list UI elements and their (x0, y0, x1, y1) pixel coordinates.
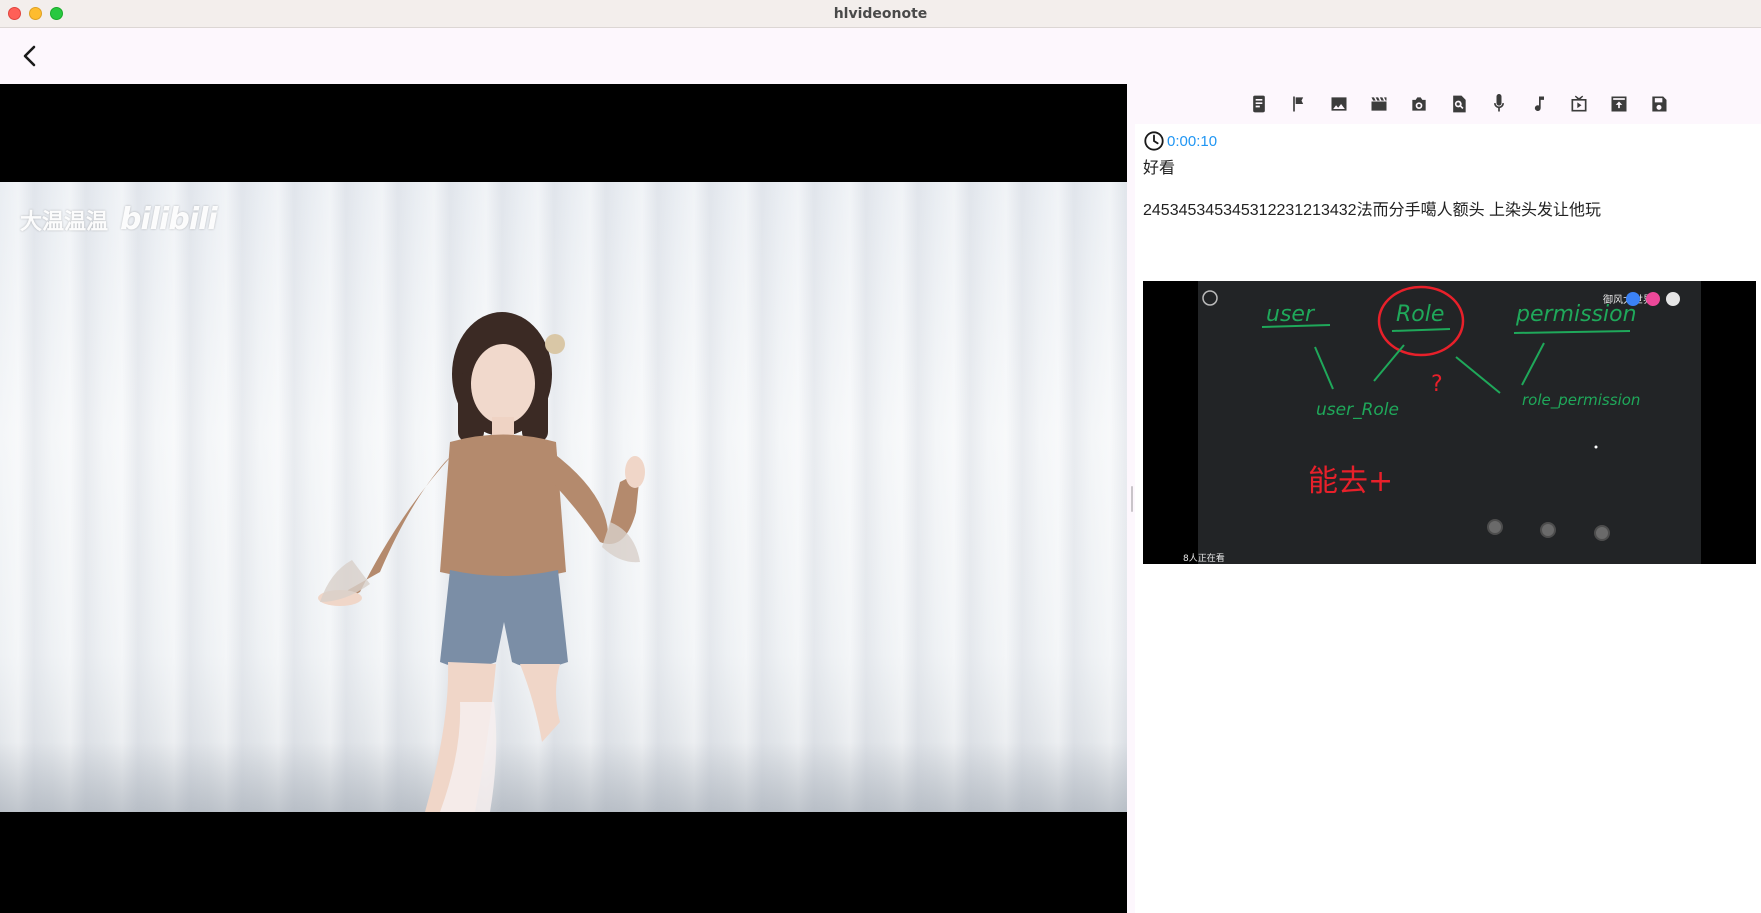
board-handwriting: 能去+ (1308, 464, 1393, 499)
board-word-user-role: user_Role (1316, 400, 1399, 420)
music-note-icon (1534, 96, 1544, 112)
divider-grip[interactable] (1131, 486, 1133, 512)
microphone-icon (1494, 94, 1504, 112)
video-play-button[interactable] (1567, 92, 1591, 116)
video-frame: 大温温温 bilibili (0, 182, 1127, 812)
dancer-figure (318, 312, 645, 812)
window-controls (8, 7, 63, 20)
board-question-mark: ? (1431, 372, 1443, 397)
board-word-role-permission: role_permission (1522, 391, 1640, 410)
note-title: 好看 (1143, 160, 1176, 177)
board-control-dot (1487, 519, 1503, 535)
chevron-left-icon (23, 45, 36, 67)
minimize-window-button[interactable] (29, 7, 42, 20)
window-titlebar: hlvideonote (0, 0, 1761, 28)
music-button[interactable] (1527, 92, 1551, 116)
image-icon (1331, 97, 1347, 111)
watermark-brand: bilibili (120, 202, 218, 237)
microphone-button[interactable] (1487, 92, 1511, 116)
note-entry: 0:00:10 好看 2453453453453122312134​32法而分手… (1143, 130, 1753, 219)
timestamp-row[interactable]: 0:00:10 (1143, 130, 1753, 152)
clapperboard-icon (1371, 97, 1387, 111)
clock-icon (1144, 131, 1164, 151)
upload-box-icon (1611, 96, 1627, 112)
window-title: hlvideonote (833, 5, 928, 22)
whiteboard-image: user Role permission user_Role ? role_pe… (1198, 281, 1701, 564)
save-button[interactable] (1647, 92, 1671, 116)
watermark-name: 大温温温 (20, 208, 109, 234)
note-screenshot[interactable]: user Role permission user_Role ? role_pe… (1143, 281, 1756, 564)
search-document-icon (1453, 95, 1466, 113)
video-play-icon (1571, 95, 1587, 112)
camera-button[interactable] (1407, 92, 1431, 116)
phone-note-icon (1253, 95, 1265, 113)
video-watermark: 大温温温 bilibili (20, 202, 218, 237)
video-player[interactable]: 大温温温 bilibili (0, 84, 1127, 913)
timestamp-link[interactable]: 0:00:10 (1167, 133, 1217, 150)
whiteboard-drawing: user Role permission user_Role ? role_pe… (1202, 285, 1680, 499)
close-window-button[interactable] (8, 7, 21, 20)
board-control-dot (1540, 522, 1556, 538)
board-word-user: user (1266, 302, 1316, 327)
flag-button[interactable] (1287, 92, 1311, 116)
image-button[interactable] (1327, 92, 1351, 116)
note-body: 2453453453453122312134​32法而分手噶人额头 上染头发让他… (1143, 202, 1602, 219)
back-button[interactable] (16, 42, 44, 70)
board-footer-text: 8人正在看 (1183, 554, 1225, 564)
upload-button[interactable] (1607, 92, 1631, 116)
flag-icon (1293, 96, 1304, 112)
save-icon (1652, 96, 1667, 112)
app-bar (0, 28, 1761, 84)
board-control-dot (1594, 525, 1610, 541)
clapperboard-button[interactable] (1367, 92, 1391, 116)
note-toolbar (1135, 84, 1761, 124)
camera-icon (1412, 97, 1426, 111)
maximize-window-button[interactable] (50, 7, 63, 20)
search-document-button[interactable] (1447, 92, 1471, 116)
phone-note-button[interactable] (1247, 92, 1271, 116)
board-word-role: Role (1396, 302, 1444, 327)
